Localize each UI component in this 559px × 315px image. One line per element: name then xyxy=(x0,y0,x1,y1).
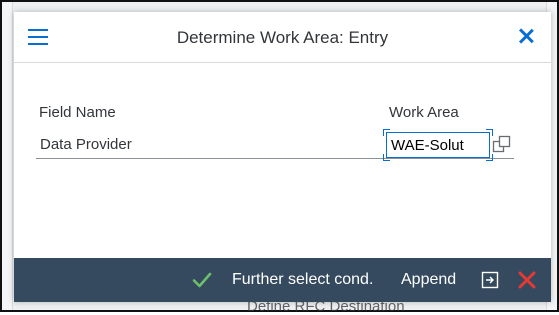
append-button[interactable]: Append xyxy=(401,268,456,292)
dialog-footer: Further select cond. Append xyxy=(14,258,551,302)
work-area-input[interactable] xyxy=(387,133,489,157)
column-header-field-name: Field Name xyxy=(39,104,116,121)
further-select-button[interactable]: Further select cond. xyxy=(232,268,373,292)
column-header-work-area: Work Area xyxy=(389,104,459,121)
field-name-cell: Data Provider xyxy=(40,136,132,153)
focus-corner xyxy=(383,154,390,161)
transfer-icon[interactable] xyxy=(480,270,500,290)
work-area-input-wrapper xyxy=(383,129,493,161)
value-help-icon[interactable] xyxy=(492,134,512,156)
focus-corner xyxy=(383,129,390,136)
background-panel-left xyxy=(2,2,13,310)
dialog-title: Determine Work Area: Entry xyxy=(176,28,389,47)
close-icon[interactable] xyxy=(517,27,535,45)
checkmark-icon[interactable] xyxy=(192,270,212,290)
cancel-icon[interactable] xyxy=(517,270,537,290)
dialog-header: Determine Work Area: Entry xyxy=(14,12,551,63)
work-area-dialog: Determine Work Area: Entry Field Name Wo… xyxy=(14,12,551,302)
row-divider xyxy=(36,158,514,159)
window-frame: Define RFC Destination Determine Work Ar… xyxy=(0,0,559,315)
